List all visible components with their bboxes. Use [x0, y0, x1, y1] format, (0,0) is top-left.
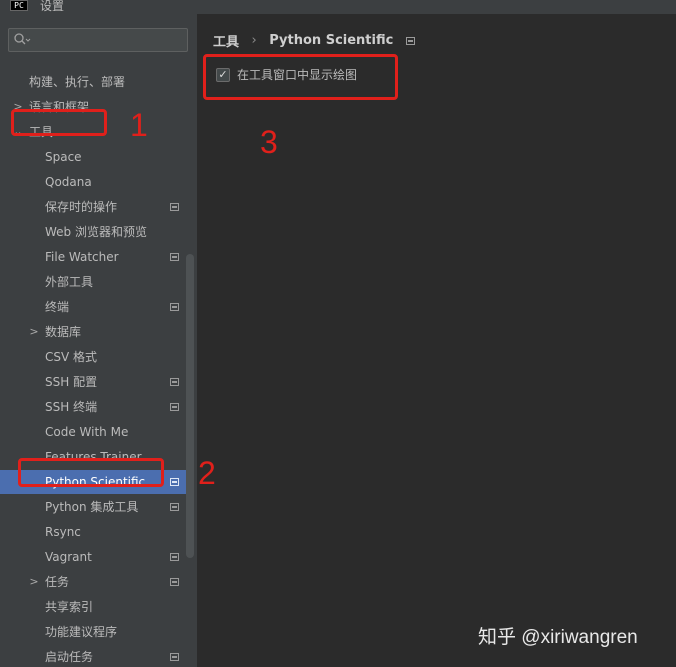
project-level-icon: [405, 36, 415, 45]
sidebar-item-label: SSH 配置: [45, 375, 98, 389]
window-titlebar: PC 设置: [0, 0, 676, 14]
project-level-icon: [170, 578, 179, 586]
sidebar-item[interactable]: SSH 终端: [0, 395, 190, 419]
sidebar-item-label: Space: [45, 150, 82, 164]
sidebar-item[interactable]: > 任务: [0, 570, 190, 594]
chevron-right-icon[interactable]: >: [28, 570, 40, 594]
sidebar-item[interactable]: Web 浏览器和预览: [0, 220, 190, 244]
project-level-icon: [170, 403, 179, 411]
project-level-icon: [170, 303, 179, 311]
settings-content: 工具 › Python Scientific ✓ 在工具窗口中显示绘图: [197, 14, 676, 667]
sidebar-item[interactable]: > 数据库: [0, 320, 190, 344]
sidebar-item[interactable]: 启动任务: [0, 645, 190, 667]
sidebar-item[interactable]: SSH 配置: [0, 370, 190, 394]
sidebar-item-label: Vagrant: [45, 550, 92, 564]
sidebar-item[interactable]: 终端: [0, 295, 190, 319]
sidebar-item-label: 构建、执行、部署: [29, 75, 126, 89]
project-level-icon: [170, 253, 179, 261]
sidebar-item[interactable]: CSV 格式: [0, 345, 190, 369]
sidebar-item[interactable]: 功能建议程序: [0, 620, 190, 644]
chevron-right-icon[interactable]: >: [28, 320, 40, 344]
search-input[interactable]: [8, 28, 188, 52]
sidebar-item-label: File Watcher: [45, 250, 119, 264]
sidebar-item-label: 数据库: [45, 325, 82, 339]
project-level-icon: [170, 478, 179, 486]
breadcrumb-current: Python Scientific: [269, 33, 394, 48]
sidebar-item-label: SSH 终端: [45, 400, 98, 414]
project-level-icon: [170, 503, 179, 511]
sidebar-item-label: 启动任务: [45, 650, 94, 664]
project-level-icon: [170, 653, 179, 661]
app-icon: PC: [10, 0, 28, 11]
sidebar-item[interactable]: Python 集成工具: [0, 495, 190, 519]
sidebar-item[interactable]: Qodana: [0, 170, 190, 194]
sidebar-item-label: Rsync: [45, 525, 81, 539]
sidebar-item-label: Python 集成工具: [45, 500, 139, 514]
annotation-box-tools: [11, 109, 107, 136]
sidebar-item-label: 保存时的操作: [45, 200, 118, 214]
sidebar-item-label: Web 浏览器和预览: [45, 225, 147, 239]
project-level-icon: [170, 203, 179, 211]
breadcrumb-parent[interactable]: 工具: [213, 35, 239, 50]
breadcrumb-separator: ›: [251, 33, 257, 48]
sidebar-item-label: 共享索引: [45, 600, 94, 614]
sidebar-item[interactable]: Space: [0, 145, 190, 169]
sidebar-item-label: 任务: [45, 575, 70, 589]
annotation-box-checkbox: [203, 54, 398, 100]
sidebar-item[interactable]: 构建、执行、部署: [0, 70, 190, 94]
sidebar-item[interactable]: File Watcher: [0, 245, 190, 269]
sidebar-item[interactable]: 共享索引: [0, 595, 190, 619]
sidebar-item[interactable]: 保存时的操作: [0, 195, 190, 219]
annotation-number-3: 3: [260, 124, 278, 160]
window-title: 设置: [40, 0, 65, 13]
sidebar-item-label: 功能建议程序: [45, 625, 118, 639]
sidebar-item[interactable]: Code With Me: [0, 420, 190, 444]
sidebar-item-label: CSV 格式: [45, 350, 98, 364]
sidebar-item-label: 终端: [45, 300, 70, 314]
sidebar-item-label: Code With Me: [45, 425, 129, 439]
annotation-number-2: 2: [198, 455, 216, 491]
sidebar-scrollbar[interactable]: [186, 254, 194, 558]
sidebar-item[interactable]: Rsync: [0, 520, 190, 544]
project-level-icon: [170, 553, 179, 561]
sidebar-item[interactable]: Vagrant: [0, 545, 190, 569]
sidebar-item-label: Qodana: [45, 175, 92, 189]
annotation-box-python-scientific: [18, 458, 164, 487]
sidebar-item-label: 外部工具: [45, 275, 94, 289]
breadcrumb: 工具 › Python Scientific: [213, 31, 415, 50]
project-level-icon: [170, 378, 179, 386]
annotation-number-1: 1: [130, 107, 148, 143]
search-icon: [14, 33, 31, 45]
watermark: 知乎 @xiriwangren: [478, 627, 638, 648]
sidebar-item[interactable]: 外部工具: [0, 270, 190, 294]
